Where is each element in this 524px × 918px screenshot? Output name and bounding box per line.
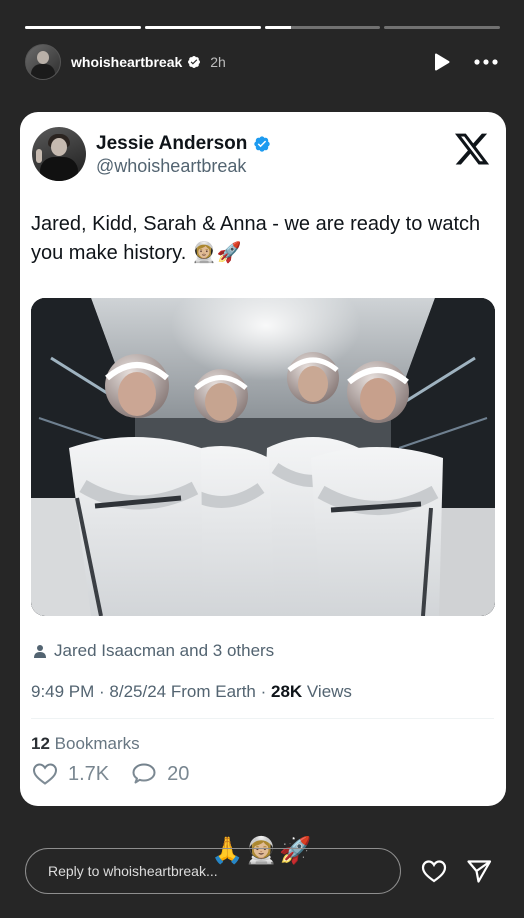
avatar[interactable]: [25, 44, 61, 80]
astronauts-photo: [31, 298, 495, 616]
story-time: 2h: [210, 54, 226, 70]
bookmarks-label: Bookmarks: [49, 734, 140, 753]
progress-segment: [25, 26, 141, 29]
progress-segment: [384, 26, 500, 29]
card-fade: [20, 712, 506, 806]
tweet-photo[interactable]: [31, 298, 495, 616]
verified-badge-icon: [254, 136, 271, 152]
x-logo-icon: [454, 133, 490, 165]
progress-segment: [264, 26, 381, 29]
bookmarks: 12 Bookmarks: [31, 734, 140, 754]
views-label: Views: [302, 682, 352, 701]
tweet-card[interactable]: Jessie Anderson @whoisheartbreak Jared, …: [20, 112, 506, 806]
more-icon: [474, 59, 498, 65]
tweet-display-name: Jessie Anderson: [96, 133, 271, 155]
play-button[interactable]: [430, 50, 454, 74]
like-count: 1.7K: [68, 762, 110, 785]
display-name-text: Jessie Anderson: [96, 133, 248, 154]
heart-icon: [32, 763, 58, 785]
divider: [31, 718, 494, 719]
progress-fill: [25, 26, 141, 29]
progress-fill: [144, 26, 261, 29]
story-progress: [25, 26, 500, 29]
story-header: whoisheartbreak 2h: [25, 44, 500, 80]
tagged-people[interactable]: Jared Isaacman and 3 others: [33, 641, 274, 661]
more-options-button[interactable]: [472, 50, 500, 74]
reply-button[interactable]: 20: [131, 762, 189, 786]
tweet-handle: @whoisheartbreak: [96, 156, 247, 176]
tweet-avatar: [32, 127, 86, 181]
story-username[interactable]: whoisheartbreak: [71, 54, 182, 70]
play-icon: [435, 53, 450, 71]
reply-input[interactable]: [25, 848, 401, 894]
send-icon[interactable]: [465, 857, 493, 885]
like-button[interactable]: 1.7K: [32, 762, 109, 786]
like-story-icon[interactable]: [420, 857, 448, 885]
bookmarks-count: 12: [31, 734, 50, 753]
views-count: 28K: [270, 682, 303, 701]
tweet-actions: 1.7K 20: [32, 762, 189, 786]
tweet-text: Jared, Kidd, Sarah & Anna - we are ready…: [31, 213, 481, 264]
verified-icon: [188, 56, 201, 68]
person-icon: [34, 645, 46, 658]
comment-icon: [132, 763, 156, 784]
tweet-time: 9:49 PM · 8/25/24 From Earth ·: [31, 682, 271, 701]
reply-count: 20: [167, 762, 190, 785]
progress-fill: [264, 26, 292, 29]
tagged-text: Jared Isaacman and 3 others: [54, 641, 275, 660]
progress-segment: [144, 26, 261, 29]
tweet-meta: 9:49 PM · 8/25/24 From Earth · 28K Views: [31, 682, 352, 702]
